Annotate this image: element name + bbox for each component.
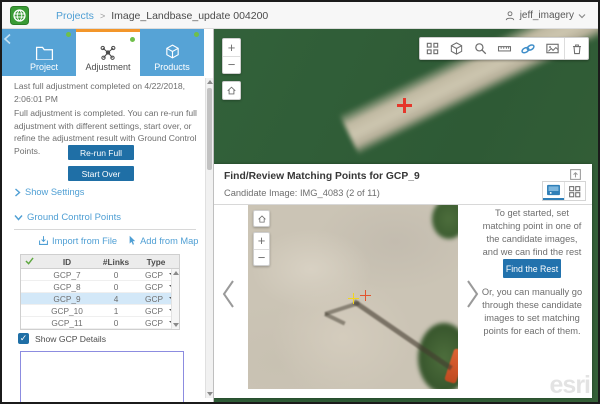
top-bar: Projects > Image_Landbase_update 004200 … xyxy=(2,2,598,29)
gcp-table: ID #Links Type GCP_70GCP GCP_80GCP GCP_9… xyxy=(20,254,180,330)
import-icon xyxy=(38,235,49,246)
gcp-photo-box: Photo not available xyxy=(20,351,184,404)
import-from-file-link[interactable]: Import from File xyxy=(38,235,117,246)
project-title: Image_Landbase_update 004200 xyxy=(111,10,268,22)
tab-adjustment[interactable]: Adjustment xyxy=(76,29,140,76)
tab-label: Project xyxy=(30,62,58,72)
drone-icon xyxy=(99,45,117,60)
show-gcp-details-checkbox[interactable]: ✓ Show GCP Details xyxy=(18,333,106,344)
column-header-id[interactable]: ID xyxy=(37,257,97,267)
status-dot xyxy=(66,32,71,37)
show-settings-link[interactable]: Show Settings xyxy=(14,187,84,197)
search-icon[interactable] xyxy=(468,38,492,59)
basemap-icon[interactable] xyxy=(444,38,468,59)
column-header-links[interactable]: #Links xyxy=(97,257,135,267)
chevron-down-icon xyxy=(578,13,586,19)
viewer-zoom-out-button[interactable]: − xyxy=(254,250,269,266)
panel-scrollbar[interactable] xyxy=(205,78,213,398)
measure-icon[interactable] xyxy=(492,38,516,59)
links-icon-active[interactable] xyxy=(516,38,540,59)
gcp-row-selected[interactable]: GCP_94GCP xyxy=(21,293,179,305)
find-review-panel: Find/Review Matching Points for GCP_9 Ca… xyxy=(214,164,592,398)
adjustment-status-text: Last full adjustment completed on 4/22/2… xyxy=(14,80,198,105)
view-toggle-group xyxy=(542,181,586,201)
tab-project[interactable]: Project xyxy=(12,29,76,76)
find-the-rest-button[interactable]: Find the Rest xyxy=(503,259,561,278)
add-from-map-link[interactable]: Add from Map xyxy=(127,235,198,246)
breadcrumb-projects-link[interactable]: Projects xyxy=(56,10,94,22)
folder-icon xyxy=(35,45,54,60)
check-column-icon xyxy=(21,257,37,267)
cube-icon xyxy=(164,43,181,60)
section-divider xyxy=(14,229,196,230)
table-scrollbar[interactable] xyxy=(171,269,179,329)
gcp-marker-red-cross[interactable] xyxy=(397,98,412,113)
rerun-full-button[interactable]: Re-run Full xyxy=(68,145,134,160)
person-icon xyxy=(504,10,516,22)
chevron-right-icon xyxy=(14,188,21,197)
breadcrumb: Projects > Image_Landbase_update 004200 xyxy=(56,2,268,29)
map-zoom-out-button[interactable]: − xyxy=(223,57,240,74)
apps-grid-icon[interactable] xyxy=(420,38,444,59)
previous-image-chevron[interactable] xyxy=(218,276,238,312)
manual-instructions-text: Or, you can manually go through these ca… xyxy=(478,286,586,338)
viewer-zoom-in-button[interactable]: + xyxy=(254,233,269,250)
gcp-actions: Import from File Add from Map xyxy=(38,235,198,246)
map-home-button[interactable] xyxy=(222,81,241,100)
app-window: Projects > Image_Landbase_update 004200 … xyxy=(0,0,600,404)
candidate-image-viewer[interactable]: + − xyxy=(248,205,458,389)
map-zoom-in-button[interactable]: + xyxy=(223,39,240,57)
chevron-down-icon xyxy=(14,214,23,221)
map-zoom-control: + − xyxy=(222,38,241,74)
gcp-table-body: GCP_70GCP GCP_80GCP GCP_94GCP GCP_101GCP… xyxy=(21,269,179,329)
panel-title: Find/Review Matching Points for GCP_9 xyxy=(224,171,420,182)
candidate-image-label: Candidate Image: IMG_4083 (2 of 11) xyxy=(224,188,380,198)
checkbox-label: Show GCP Details xyxy=(35,334,106,344)
map-toolbar xyxy=(419,37,589,60)
viewer-home-button[interactable] xyxy=(253,210,270,227)
status-dot xyxy=(130,37,135,42)
viewer-zoom-control: + − xyxy=(253,232,270,266)
scrollbar-thumb[interactable] xyxy=(207,88,212,170)
cursor-icon xyxy=(127,235,137,246)
checkbox-checked-icon[interactable]: ✓ xyxy=(18,333,29,344)
user-menu[interactable]: jeff_imagery xyxy=(504,2,586,29)
adjustment-side-panel: Project Adjustment Products Last full ad… xyxy=(2,29,214,404)
tab-label: Products xyxy=(154,62,190,72)
column-header-type[interactable]: Type xyxy=(135,257,179,267)
single-image-view-icon[interactable] xyxy=(543,182,564,200)
pole-shadow-branch xyxy=(324,312,346,325)
esri-app-logo-icon[interactable] xyxy=(10,6,29,25)
delete-icon[interactable] xyxy=(564,38,588,59)
gcp-row[interactable]: GCP_110GCP xyxy=(21,317,179,329)
gcp-point-red-cross[interactable] xyxy=(360,290,371,301)
vegetation-patch xyxy=(432,205,458,239)
user-name: jeff_imagery xyxy=(520,10,574,21)
start-over-button[interactable]: Start Over xyxy=(68,166,134,181)
gcp-section-header[interactable]: Ground Control Points xyxy=(14,212,121,223)
gcp-row[interactable]: GCP_70GCP xyxy=(21,269,179,281)
esri-watermark: esri xyxy=(550,371,590,400)
gcp-row[interactable]: GCP_101GCP xyxy=(21,305,179,317)
status-dot xyxy=(194,32,199,37)
gcp-table-header: ID #Links Type xyxy=(21,255,179,269)
gcp-row[interactable]: GCP_80GCP xyxy=(21,281,179,293)
collapse-panel-icon[interactable] xyxy=(569,168,582,181)
tab-label: Adjustment xyxy=(85,62,130,72)
tab-products[interactable]: Products xyxy=(140,29,204,76)
images-icon[interactable] xyxy=(540,38,564,59)
grid-view-icon[interactable] xyxy=(564,182,586,200)
matching-point-yellow-cross[interactable] xyxy=(348,293,359,304)
panel-tab-bar: Project Adjustment Products xyxy=(2,29,204,76)
breadcrumb-separator: > xyxy=(100,11,105,21)
